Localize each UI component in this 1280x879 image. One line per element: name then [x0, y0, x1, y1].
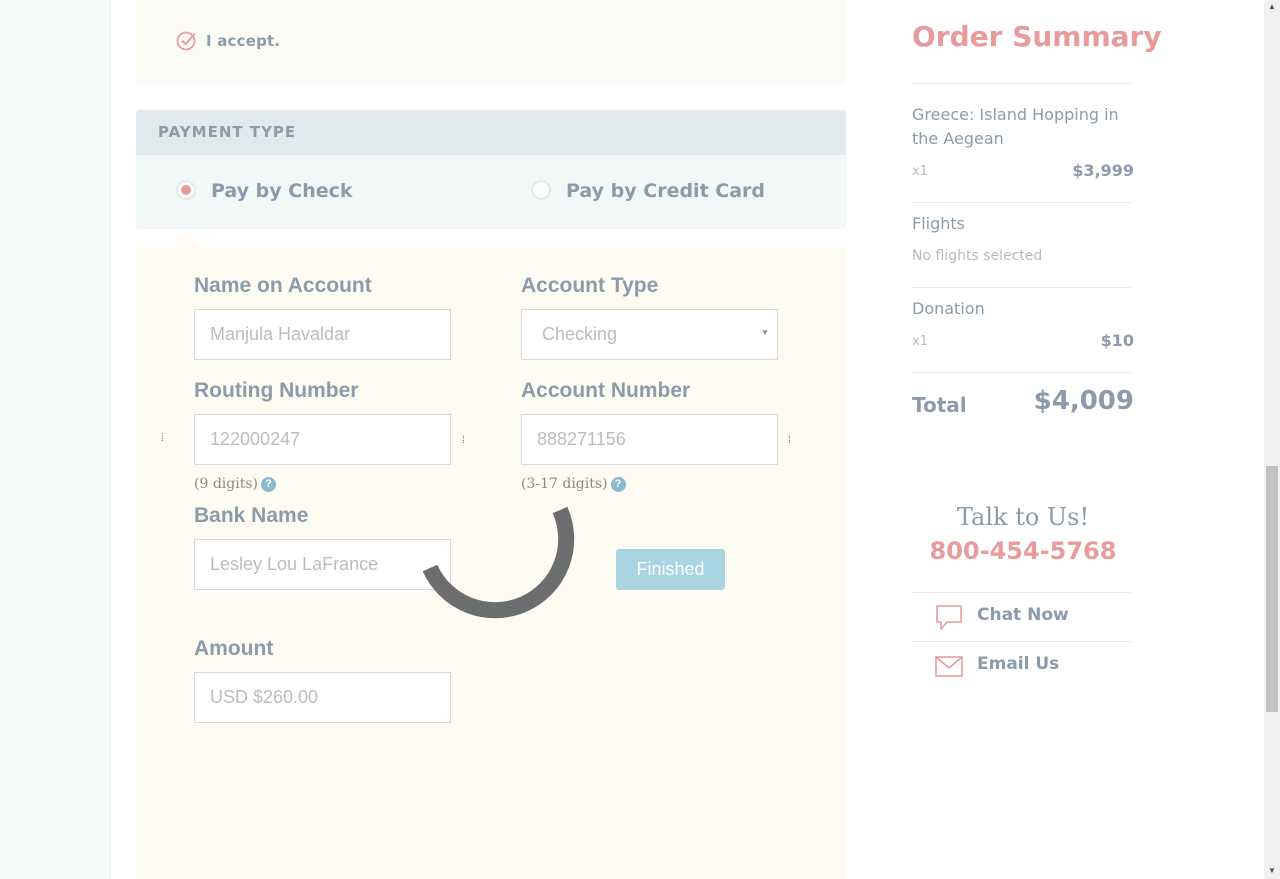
scrollbar[interactable]: [1264, 0, 1280, 879]
amount-input[interactable]: USD $260.00: [194, 672, 451, 723]
talk-to-us-title: Talk to Us!: [956, 503, 1090, 531]
name-on-account-label: Name on Account: [194, 274, 372, 297]
email-icon[interactable]: [935, 656, 963, 678]
account-number-input[interactable]: 888271156: [521, 414, 778, 465]
phone-number[interactable]: 800-454-5768: [912, 537, 1134, 565]
payment-type-title: PAYMENT TYPE: [158, 123, 297, 141]
routing-number-label: Routing Number: [194, 379, 359, 402]
bank-name-input[interactable]: Lesley Lou LaFrance: [194, 539, 451, 590]
trip-price: $3,999: [1072, 161, 1134, 180]
pay-by-credit-card-radio[interactable]: [531, 180, 551, 200]
account-type-value: Checking: [542, 324, 618, 344]
pay-by-check-label[interactable]: Pay by Check: [211, 180, 353, 202]
divider: [912, 592, 1134, 593]
drag-handle-icon[interactable]: ⁞: [462, 435, 465, 446]
scroll-down-icon[interactable]: ▼: [1268, 866, 1276, 875]
donation-qty: x1: [912, 334, 928, 349]
scroll-up-icon[interactable]: ▲: [1268, 2, 1276, 11]
dropdown-arrow-icon: ▼: [761, 328, 769, 337]
chat-icon[interactable]: [935, 604, 963, 632]
flights-name: Flights: [912, 214, 965, 233]
scrollbar-thumb[interactable]: [1266, 466, 1278, 712]
routing-number-hint: (9 digits)?: [194, 476, 276, 492]
chat-now-link[interactable]: Chat Now: [977, 605, 1069, 625]
finished-button[interactable]: Finished: [616, 549, 725, 590]
account-type-select[interactable]: Checking ▼: [521, 309, 778, 360]
divider: [912, 202, 1134, 203]
check-circle-icon[interactable]: [176, 30, 197, 51]
email-us-link[interactable]: Email Us: [977, 654, 1059, 674]
routing-number-input[interactable]: 122000247: [194, 414, 451, 465]
bank-name-label: Bank Name: [194, 504, 309, 527]
flights-note: No flights selected: [912, 248, 1043, 264]
divider: [912, 287, 1134, 288]
account-type-label: Account Type: [521, 274, 659, 297]
total-label: Total: [912, 393, 967, 417]
accept-label: I accept.: [206, 32, 281, 50]
donation-name: Donation: [912, 299, 985, 318]
amount-label: Amount: [194, 637, 274, 660]
total-value: $4,009: [1033, 386, 1134, 416]
name-on-account-input[interactable]: Manjula Havaldar: [194, 309, 451, 360]
drag-handle-icon[interactable]: ⁞: [788, 435, 791, 446]
trip-name: Greece: Island Hopping in the Aegean: [912, 105, 1119, 148]
account-number-label: Account Number: [521, 379, 691, 402]
panel-pointer: [172, 229, 200, 247]
routing-number-hint-text: (9 digits): [194, 476, 258, 492]
pay-by-credit-card-label[interactable]: Pay by Credit Card: [566, 180, 765, 202]
pay-by-check-radio[interactable]: [176, 180, 196, 200]
divider: [912, 83, 1134, 84]
help-icon[interactable]: ?: [610, 476, 626, 492]
trip-qty: x1: [912, 164, 928, 179]
donation-price: $10: [1100, 331, 1134, 350]
help-icon[interactable]: ?: [260, 476, 276, 492]
divider: [912, 372, 1134, 373]
loading-spinner-icon: [422, 506, 575, 619]
divider: [912, 641, 1134, 642]
order-summary-title: Order Summary: [912, 20, 1162, 53]
drag-handle-icon[interactable]: ⁞: [161, 433, 164, 444]
